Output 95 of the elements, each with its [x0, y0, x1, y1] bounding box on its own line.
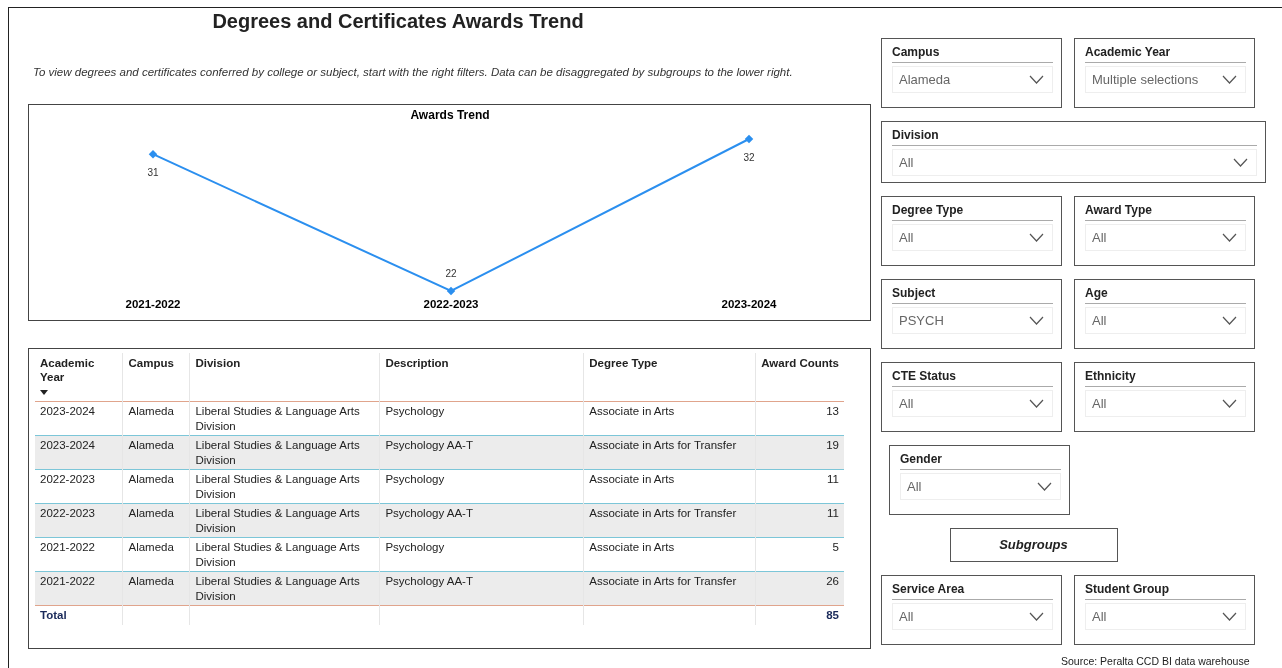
- column-header[interactable]: Award Counts: [755, 353, 844, 402]
- axis-label: 2023-2024: [721, 298, 777, 311]
- table-cell: Alameda: [123, 435, 190, 470]
- axis-label: 2022-2023: [423, 298, 479, 311]
- instruction-text: To view degrees and certificates conferred by college or subject, start with the right filters. Data can be disaggregated by subgroups to the lower right.: [33, 65, 794, 80]
- table-cell: 2021-2022: [35, 571, 123, 606]
- total-value: 85: [755, 605, 844, 625]
- section-heading: Subgroups: [949, 528, 1118, 562]
- table-cell: Liberal Studies & Language Arts Division: [189, 537, 380, 572]
- slicer-label: Subject: [892, 284, 1053, 304]
- dropdown-field[interactable]: All: [892, 390, 1053, 417]
- column-header[interactable]: Academic Year: [35, 353, 123, 402]
- chevron-down-icon: [1029, 399, 1044, 408]
- table-cell: Alameda: [123, 503, 190, 538]
- chevron-down-icon: [1029, 316, 1044, 325]
- slicer-label: CTE Status: [892, 367, 1053, 387]
- dropdown-field[interactable]: All: [900, 473, 1061, 500]
- table-cell: 26: [755, 571, 844, 606]
- dropdown-field[interactable]: Alameda: [892, 66, 1053, 93]
- page-title: Degrees and Certificates Awards Trend: [211, 9, 585, 34]
- table-cell: 2022-2023: [35, 503, 123, 538]
- table-cell: Liberal Studies & Language Arts Division: [189, 469, 380, 504]
- table-cell: Associate in Arts for Transfer: [583, 571, 756, 606]
- source-note: Source: Peralta CCD BI data warehouse: [1061, 654, 1250, 668]
- table-cell: Alameda: [123, 469, 190, 504]
- column-header[interactable]: Division: [189, 353, 380, 402]
- table-cell: 5: [755, 537, 844, 572]
- dropdown-field[interactable]: Multiple selections: [1085, 66, 1246, 93]
- table-cell: Psychology AA-T: [379, 503, 584, 538]
- table-cell: Psychology: [379, 537, 584, 572]
- table-cell: 11: [755, 503, 844, 538]
- chevron-down-icon: [1222, 399, 1237, 408]
- table-cell: 2022-2023: [35, 469, 123, 504]
- slicer-label: Age: [1085, 284, 1246, 304]
- table-cell: Liberal Studies & Language Arts Division: [189, 503, 380, 538]
- table-cell: Psychology AA-T: [379, 571, 584, 606]
- table-cell: 2023-2024: [35, 401, 123, 436]
- data-point: [446, 287, 456, 296]
- chevron-down-icon: [1222, 233, 1237, 242]
- column-header[interactable]: Campus: [123, 353, 190, 402]
- chevron-down-icon: [1233, 158, 1248, 167]
- axis-label: 2021-2022: [125, 298, 181, 311]
- table-cell: 11: [755, 469, 844, 504]
- dropdown-field[interactable]: All: [892, 149, 1257, 176]
- dropdown-field[interactable]: All: [1085, 603, 1246, 630]
- slicer-label: Student Group: [1085, 580, 1246, 600]
- total-label: Total: [35, 605, 123, 625]
- table-cell: Associate in Arts for Transfer: [583, 503, 756, 538]
- slicer-label: Gender: [900, 450, 1061, 470]
- table-cell: 19: [755, 435, 844, 470]
- table-cell: Associate in Arts: [583, 469, 756, 504]
- table-cell: Psychology: [379, 469, 584, 504]
- slicer-label: Degree Type: [892, 201, 1053, 221]
- dropdown-field[interactable]: All: [1085, 307, 1246, 334]
- table-cell: 2023-2024: [35, 435, 123, 470]
- table-cell: Liberal Studies & Language Arts Division: [189, 401, 380, 436]
- table-cell: Psychology: [379, 401, 584, 436]
- chevron-down-icon: [1029, 612, 1044, 621]
- chevron-down-icon: [1222, 612, 1237, 621]
- chevron-down-icon: [1029, 233, 1044, 242]
- data-label: 32: [743, 152, 755, 164]
- table-cell: Liberal Studies & Language Arts Division: [189, 571, 380, 606]
- slicer-label: Campus: [892, 43, 1053, 63]
- column-header[interactable]: Degree Type: [583, 353, 756, 402]
- table-cell: Psychology AA-T: [379, 435, 584, 470]
- table-cell: Associate in Arts for Transfer: [583, 435, 756, 470]
- slicer-label: Academic Year: [1085, 43, 1246, 63]
- dropdown-field[interactable]: All: [892, 603, 1053, 630]
- table-cell: 13: [755, 401, 844, 436]
- slicer-label: Award Type: [1085, 201, 1246, 221]
- table-cell: 2021-2022: [35, 537, 123, 572]
- dropdown-field[interactable]: All: [1085, 224, 1246, 251]
- data-point: [744, 135, 754, 144]
- chevron-down-icon: [1222, 75, 1237, 84]
- table-cell: Associate in Arts: [583, 401, 756, 436]
- sort-icon: [40, 389, 48, 395]
- column-header[interactable]: Description: [379, 353, 584, 402]
- data-label: 22: [445, 268, 457, 280]
- table-cell: Alameda: [123, 401, 190, 436]
- dropdown-field[interactable]: All: [892, 224, 1053, 251]
- chart-title: Awards Trend: [410, 108, 490, 123]
- table-cell: Alameda: [123, 537, 190, 572]
- data-label: 31: [147, 167, 159, 179]
- data-point: [148, 150, 158, 159]
- slicer-label: Service Area: [892, 580, 1053, 600]
- dropdown-field[interactable]: All: [1085, 390, 1246, 417]
- table-cell: Associate in Arts: [583, 537, 756, 572]
- table-cell: Liberal Studies & Language Arts Division: [189, 435, 380, 470]
- dropdown-field[interactable]: PSYCH: [892, 307, 1053, 334]
- slicer-label: Ethnicity: [1085, 367, 1246, 387]
- table-cell: Alameda: [123, 571, 190, 606]
- chevron-down-icon: [1029, 75, 1044, 84]
- slicer-label: Division: [892, 126, 1257, 146]
- chevron-down-icon: [1037, 482, 1052, 491]
- chevron-down-icon: [1222, 316, 1237, 325]
